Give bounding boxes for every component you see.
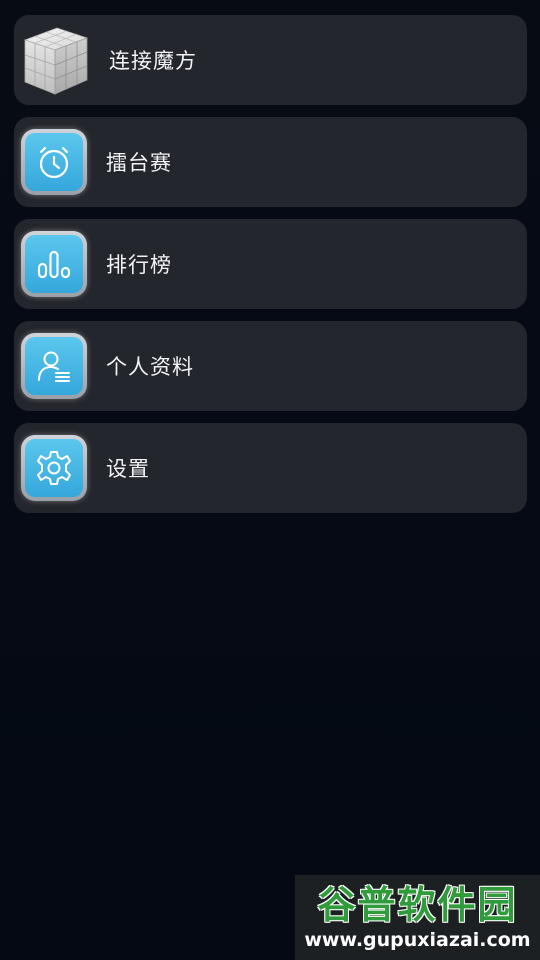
menu-item-connect-cube[interactable]: 连接魔方 — [14, 15, 527, 105]
watermark-brand: 谷普软件园 — [317, 882, 518, 927]
menu-item-arena[interactable]: 擂台赛 — [14, 117, 527, 207]
menu-item-label: 设置 — [106, 457, 150, 481]
menu-item-leaderboard[interactable]: 排行榜 — [14, 219, 527, 309]
menu-item-profile[interactable]: 个人资料 — [14, 321, 527, 411]
user-profile-icon — [18, 330, 90, 402]
watermark: 谷普软件园 www.gupuxiazai.com — [295, 875, 540, 960]
watermark-url: www.gupuxiazai.com — [304, 928, 531, 951]
menu-item-label: 排行榜 — [106, 253, 172, 277]
rubiks-cube-icon — [17, 22, 93, 98]
menu-item-settings[interactable]: 设置 — [14, 423, 527, 513]
menu-item-label: 擂台赛 — [106, 151, 172, 175]
main-menu: 连接魔方 擂台赛 排行榜 个人资料 设置 — [14, 15, 527, 513]
stopwatch-icon — [18, 126, 90, 198]
main-screen: 连接魔方 擂台赛 排行榜 个人资料 设置 谷普软件园 www.gupuxiaza… — [0, 0, 540, 960]
menu-item-label: 连接魔方 — [109, 49, 197, 73]
menu-item-label: 个人资料 — [106, 355, 194, 379]
gear-icon — [18, 432, 90, 504]
bar-chart-icon — [18, 228, 90, 300]
